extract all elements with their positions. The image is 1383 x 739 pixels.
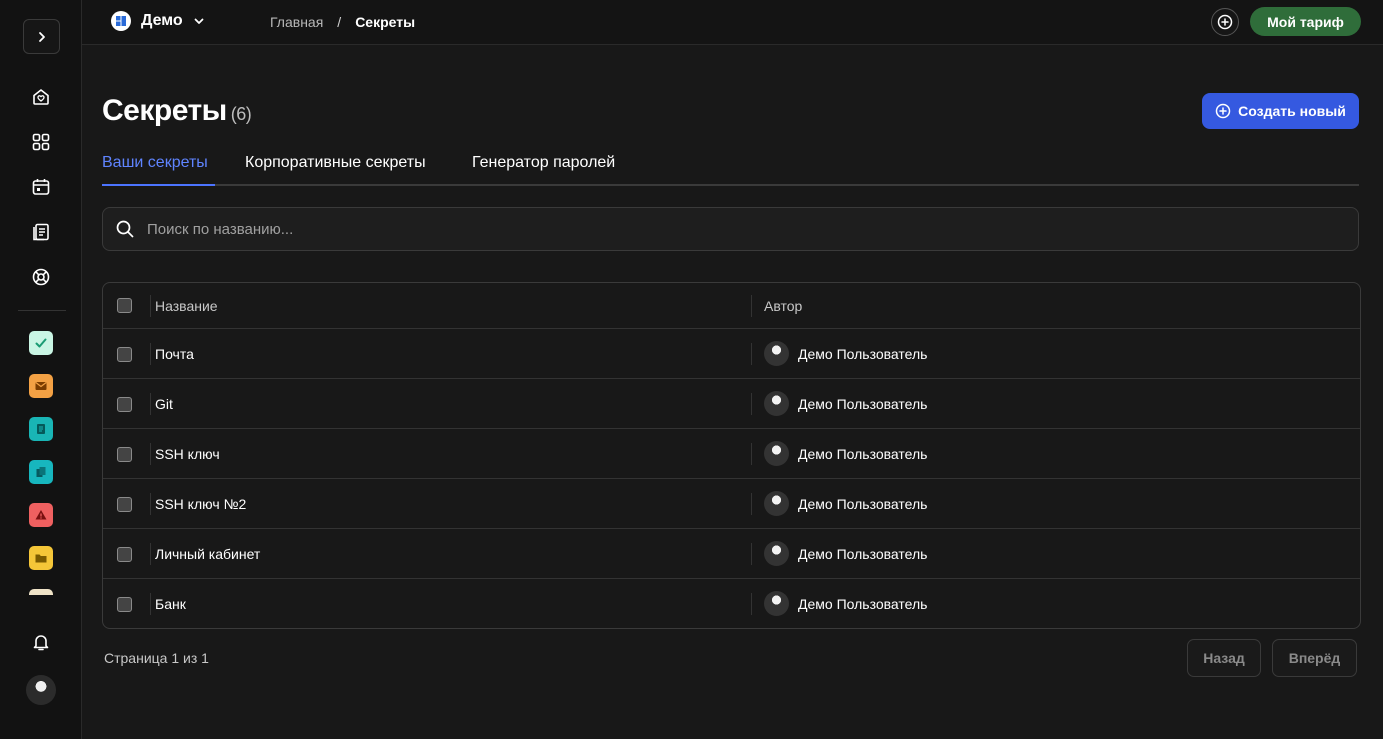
quick-add-button[interactable] <box>1211 8 1239 36</box>
folder-icon <box>35 554 47 563</box>
search-box <box>102 207 1359 251</box>
author-name: Демо Пользователь <box>798 495 928 512</box>
files-icon <box>36 467 46 477</box>
secret-name[interactable]: Банк <box>155 596 186 612</box>
app-tile-alerts[interactable] <box>29 503 53 527</box>
next-page-button[interactable]: Вперёд <box>1272 639 1357 677</box>
author-name: Демо Пользователь <box>798 445 928 462</box>
row-checkbox[interactable] <box>117 497 132 512</box>
search-input[interactable] <box>147 220 1358 238</box>
workspace-logo-icon <box>111 11 131 31</box>
user-avatar[interactable] <box>26 675 56 705</box>
author-avatar <box>764 591 789 616</box>
sidebar-item-support[interactable] <box>29 265 53 289</box>
mail-icon <box>35 382 47 390</box>
column-header-name[interactable]: Название <box>155 298 218 314</box>
page-title: Секреты (6) <box>102 94 252 128</box>
secret-author: Демо Пользователь <box>764 591 927 616</box>
row-checkbox[interactable] <box>117 597 132 612</box>
search-icon <box>116 220 134 238</box>
table-row[interactable]: Git Демо Пользователь <box>103 379 1360 429</box>
select-all-checkbox[interactable] <box>117 298 132 313</box>
plus-circle-icon <box>1215 103 1231 119</box>
secret-name[interactable]: SSH ключ №2 <box>155 496 246 512</box>
author-name: Демо Пользователь <box>798 345 928 362</box>
sidebar <box>0 0 82 739</box>
check-icon <box>35 338 47 348</box>
breadcrumb: Главная / Секреты <box>270 14 415 30</box>
sidebar-item-documents[interactable] <box>29 220 53 244</box>
table-row[interactable]: SSH ключ №2 Демо Пользователь <box>103 479 1360 529</box>
breadcrumb-separator: / <box>337 14 342 30</box>
bell-icon <box>33 635 49 651</box>
secret-name[interactable]: Почта <box>155 346 194 362</box>
row-checkbox[interactable] <box>117 547 132 562</box>
secret-author: Демо Пользователь <box>764 541 927 566</box>
page-title-text: Секреты <box>102 94 227 127</box>
author-avatar <box>764 541 789 566</box>
notes-icon <box>37 424 45 434</box>
chevron-down-icon <box>194 18 204 24</box>
secret-name[interactable]: Личный кабинет <box>155 546 260 562</box>
app-tile-files[interactable] <box>29 460 53 484</box>
row-checkbox[interactable] <box>117 397 132 412</box>
secret-author: Демо Пользователь <box>764 391 927 416</box>
pagination-status: Страница 1 из 1 <box>104 650 209 666</box>
author-name: Демо Пользователь <box>798 395 928 412</box>
workspace-switcher[interactable]: Демо <box>111 11 205 31</box>
table-header-row: Название Автор <box>103 283 1360 329</box>
expand-sidebar-button[interactable] <box>23 19 60 54</box>
author-avatar <box>764 491 789 516</box>
app-tile-more[interactable] <box>29 589 53 595</box>
secrets-table: Название Автор Почта Демо Пользователь G… <box>102 282 1361 629</box>
top-bar: Демо Главная / Секреты Мой тариф <box>82 0 1383 45</box>
table-row[interactable]: Личный кабинет Демо Пользователь <box>103 529 1360 579</box>
secret-name[interactable]: Git <box>155 396 173 412</box>
tabs: Ваши секреты Корпоративные секреты Генер… <box>102 152 1359 186</box>
secret-name[interactable]: SSH ключ <box>155 446 220 462</box>
notifications-button[interactable] <box>29 630 53 654</box>
support-lifebuoy-icon <box>32 268 50 286</box>
apps-grid-icon <box>32 133 50 151</box>
tab-your-secrets[interactable]: Ваши секреты <box>102 154 215 186</box>
my-plan-button[interactable]: Мой тариф <box>1250 7 1361 36</box>
breadcrumb-current: Секреты <box>355 14 416 30</box>
calendar-icon <box>32 179 50 195</box>
prev-page-button[interactable]: Назад <box>1187 639 1261 677</box>
table-row[interactable]: SSH ключ Демо Пользователь <box>103 429 1360 479</box>
tab-password-generator[interactable]: Генератор паролей <box>472 154 615 186</box>
workspace-name: Демо <box>141 12 183 29</box>
row-checkbox[interactable] <box>117 347 132 362</box>
app-tile-notes[interactable] <box>29 417 53 441</box>
sidebar-item-home[interactable] <box>29 85 53 109</box>
plus-circle-icon <box>1217 14 1233 30</box>
app-tile-mail[interactable] <box>29 374 53 398</box>
secret-author: Демо Пользователь <box>764 491 927 516</box>
app-tile-tasks[interactable] <box>29 331 53 355</box>
row-checkbox[interactable] <box>117 447 132 462</box>
author-avatar <box>764 441 789 466</box>
author-name: Демо Пользователь <box>798 595 928 612</box>
sidebar-divider <box>18 310 66 311</box>
author-avatar <box>764 391 789 416</box>
documents-icon <box>33 223 49 241</box>
secrets-count: (6) <box>230 104 252 124</box>
breadcrumb-home-link[interactable]: Главная <box>270 14 323 30</box>
table-row[interactable]: Банк Демо Пользователь <box>103 579 1360 628</box>
alert-icon <box>35 510 47 520</box>
secret-author: Демо Пользователь <box>764 341 927 366</box>
author-name: Демо Пользователь <box>798 545 928 562</box>
column-header-author[interactable]: Автор <box>764 298 802 314</box>
table-row[interactable]: Почта Демо Пользователь <box>103 329 1360 379</box>
author-avatar <box>764 341 789 366</box>
tab-corporate-secrets[interactable]: Корпоративные секреты <box>245 154 426 186</box>
chevron-right-icon <box>38 31 45 42</box>
secret-author: Демо Пользователь <box>764 441 927 466</box>
create-new-label: Создать новый <box>1238 103 1346 119</box>
sidebar-item-apps[interactable] <box>29 130 53 154</box>
create-new-button[interactable]: Создать новый <box>1202 93 1359 129</box>
sidebar-item-calendar[interactable] <box>29 175 53 199</box>
home-icon <box>33 89 49 105</box>
app-tile-folder[interactable] <box>29 546 53 570</box>
